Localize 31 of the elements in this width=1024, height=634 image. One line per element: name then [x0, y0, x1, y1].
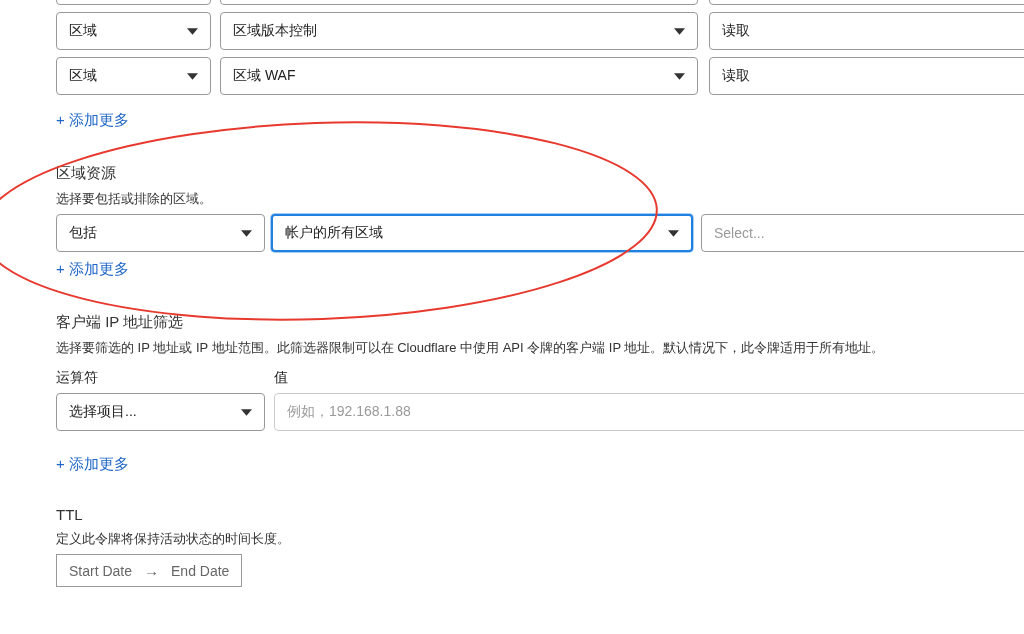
- caret-icon: [668, 229, 679, 237]
- date-range-field[interactable]: Start Date → End Date: [56, 554, 243, 587]
- caret-icon: [674, 27, 685, 35]
- caret-icon: [674, 72, 685, 80]
- dropdown[interactable]: 区域: [56, 12, 211, 50]
- start-date-placeholder: Start Date: [69, 562, 133, 579]
- end-date-placeholder: End Date: [171, 562, 230, 579]
- input-field[interactable]: 读取: [709, 12, 1024, 50]
- field-label: 运算符: [56, 369, 99, 387]
- dropdown[interactable]: 包括: [56, 214, 265, 252]
- caret-icon: [241, 229, 252, 237]
- section-title: 客户端 IP 地址筛选: [56, 313, 185, 332]
- dropdown[interactable]: 区域版本控制: [220, 12, 698, 50]
- caret-icon: [187, 72, 198, 80]
- caret-icon: [187, 27, 198, 35]
- section-description: 选择要包括或排除的区域。: [56, 190, 213, 208]
- input-field[interactable]: 读取: [709, 57, 1024, 95]
- dropdown[interactable]: 选择项目...: [56, 393, 265, 431]
- add-more-link[interactable]: + 添加更多: [56, 455, 129, 474]
- section-description: 定义此令牌将保持活动状态的时间长度。: [56, 530, 291, 548]
- field-label: 值: [274, 369, 288, 387]
- section-description: 选择要筛选的 IP 地址或 IP 地址范围。此筛选器限制可以在 Cloudflare 中使用 API 令牌的客户端 IP 地址。默认情况下，此令牌适用于所有地址。: [56, 339, 886, 357]
- dropdown[interactable]: 帐户的所有区域: [271, 214, 693, 252]
- add-more-link[interactable]: + 添加更多: [56, 111, 129, 130]
- section-title: TTL: [56, 506, 84, 523]
- dropdown[interactable]: 区域: [56, 57, 211, 95]
- dropdown[interactable]: 区域 WAF: [220, 57, 698, 95]
- caret-icon: [241, 408, 252, 416]
- arrow-icon: →: [144, 562, 160, 579]
- add-more-link[interactable]: + 添加更多: [56, 260, 129, 279]
- section-title: 区域资源: [56, 164, 117, 183]
